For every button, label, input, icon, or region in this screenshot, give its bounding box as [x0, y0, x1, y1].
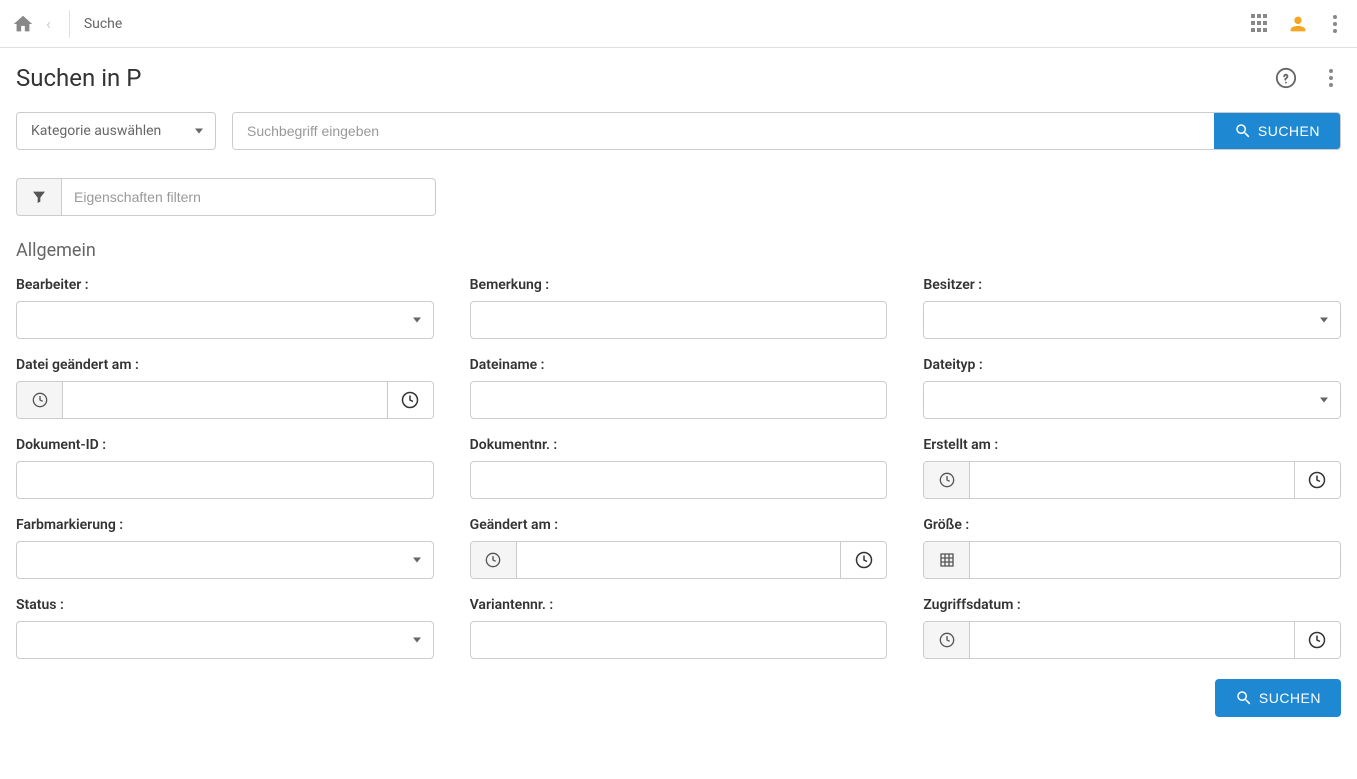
clock-prefix-icon[interactable]	[17, 382, 63, 418]
page-title: Suchen in P	[16, 64, 141, 92]
input-datei-geaendert-am[interactable]	[63, 382, 387, 418]
more-vertical-icon[interactable]	[1325, 14, 1345, 34]
top-bar-right	[1251, 13, 1345, 35]
filter-row	[16, 178, 436, 216]
input-variantennr[interactable]	[470, 621, 888, 659]
label-farbmarkierung: Farbmarkierung :	[16, 517, 434, 533]
bottom-search-label: SUCHEN	[1259, 690, 1321, 706]
select-dateityp[interactable]	[923, 381, 1341, 419]
date-wrap-geaendert	[470, 541, 888, 579]
field-groesse: Größe :	[923, 517, 1341, 579]
field-status: Status :	[16, 597, 434, 659]
date-wrap-zugriffsdatum	[923, 621, 1341, 659]
clock-prefix-icon[interactable]	[471, 542, 517, 578]
search-icon	[1235, 689, 1253, 707]
filter-icon-button[interactable]	[16, 178, 62, 216]
search-button-label: SUCHEN	[1258, 123, 1320, 139]
input-geaendert-am[interactable]	[517, 542, 841, 578]
user-icon[interactable]	[1287, 13, 1309, 35]
field-farbmarkierung: Farbmarkierung :	[16, 517, 434, 579]
field-bearbeiter: Bearbeiter :	[16, 277, 434, 339]
label-variantennr: Variantennr. :	[470, 597, 888, 613]
field-datei-geaendert-am: Datei geändert am :	[16, 357, 434, 419]
search-icon	[1234, 122, 1252, 140]
funnel-icon	[31, 189, 47, 205]
input-erstellt-am[interactable]	[970, 462, 1294, 498]
select-status[interactable]	[16, 621, 434, 659]
select-bearbeiter[interactable]	[16, 301, 434, 339]
clock-suffix-icon[interactable]	[1294, 622, 1340, 658]
input-dateiname[interactable]	[470, 381, 888, 419]
breadcrumb-separator	[69, 10, 70, 38]
input-groesse[interactable]	[970, 542, 1340, 578]
breadcrumb-current: Suche	[84, 16, 123, 32]
title-row: Suchen in P	[16, 64, 1341, 92]
title-actions	[1275, 67, 1341, 89]
label-besitzer: Besitzer :	[923, 277, 1341, 293]
top-bar: ‹ Suche	[0, 0, 1357, 48]
clock-prefix-icon[interactable]	[924, 462, 970, 498]
search-button[interactable]: SUCHEN	[1214, 113, 1340, 149]
clock-suffix-icon[interactable]	[840, 542, 886, 578]
top-bar-left: ‹ Suche	[12, 10, 122, 38]
field-bemerkung: Bemerkung :	[470, 277, 888, 339]
input-dokument-id[interactable]	[16, 461, 434, 499]
input-bemerkung[interactable]	[470, 301, 888, 339]
back-caret-icon[interactable]: ‹	[42, 14, 55, 33]
label-dateityp: Dateityp :	[923, 357, 1341, 373]
field-erstellt-am: Erstellt am :	[923, 437, 1341, 499]
field-dokument-id: Dokument-ID :	[16, 437, 434, 499]
apps-icon[interactable]	[1251, 14, 1271, 34]
field-zugriffsdatum: Zugriffsdatum :	[923, 597, 1341, 659]
bottom-search-button[interactable]: SUCHEN	[1215, 679, 1341, 717]
num-wrap-groesse	[923, 541, 1341, 579]
input-dokumentnr[interactable]	[470, 461, 888, 499]
clock-suffix-icon[interactable]	[387, 382, 433, 418]
clock-prefix-icon[interactable]	[924, 622, 970, 658]
content: Suchen in P Kategorie auswählen SUCHEN A…	[0, 48, 1357, 733]
grid-prefix-icon[interactable]	[924, 542, 970, 578]
select-farbmarkierung[interactable]	[16, 541, 434, 579]
label-geaendert-am: Geändert am :	[470, 517, 888, 533]
date-wrap-datei-geaendert	[16, 381, 434, 419]
form-grid: Bearbeiter : Bemerkung : Besitzer : Date…	[16, 277, 1341, 659]
label-zugriffsdatum: Zugriffsdatum :	[923, 597, 1341, 613]
date-wrap-erstellt	[923, 461, 1341, 499]
help-icon[interactable]	[1275, 67, 1297, 89]
label-dokument-id: Dokument-ID :	[16, 437, 434, 453]
label-erstellt-am: Erstellt am :	[923, 437, 1341, 453]
label-status: Status :	[16, 597, 434, 613]
field-geaendert-am: Geändert am :	[470, 517, 888, 579]
label-dateiname: Dateiname :	[470, 357, 888, 373]
field-besitzer: Besitzer :	[923, 277, 1341, 339]
search-row: Kategorie auswählen SUCHEN	[16, 112, 1341, 150]
label-bearbeiter: Bearbeiter :	[16, 277, 434, 293]
filter-input[interactable]	[62, 178, 436, 216]
label-groesse: Größe :	[923, 517, 1341, 533]
field-variantennr: Variantennr. :	[470, 597, 888, 659]
section-general-title: Allgemein	[16, 240, 1341, 261]
field-dokumentnr: Dokumentnr. :	[470, 437, 888, 499]
search-input[interactable]	[233, 113, 1214, 149]
search-input-wrap: SUCHEN	[232, 112, 1341, 150]
field-dateityp: Dateityp :	[923, 357, 1341, 419]
category-select[interactable]: Kategorie auswählen	[16, 112, 216, 150]
input-zugriffsdatum[interactable]	[970, 622, 1294, 658]
label-datei-geaendert-am: Datei geändert am :	[16, 357, 434, 373]
home-icon[interactable]	[12, 13, 34, 35]
clock-suffix-icon[interactable]	[1294, 462, 1340, 498]
page-more-icon[interactable]	[1321, 68, 1341, 88]
label-bemerkung: Bemerkung :	[470, 277, 888, 293]
select-besitzer[interactable]	[923, 301, 1341, 339]
field-dateiname: Dateiname :	[470, 357, 888, 419]
label-dokumentnr: Dokumentnr. :	[470, 437, 888, 453]
bottom-actions: SUCHEN	[16, 679, 1341, 717]
